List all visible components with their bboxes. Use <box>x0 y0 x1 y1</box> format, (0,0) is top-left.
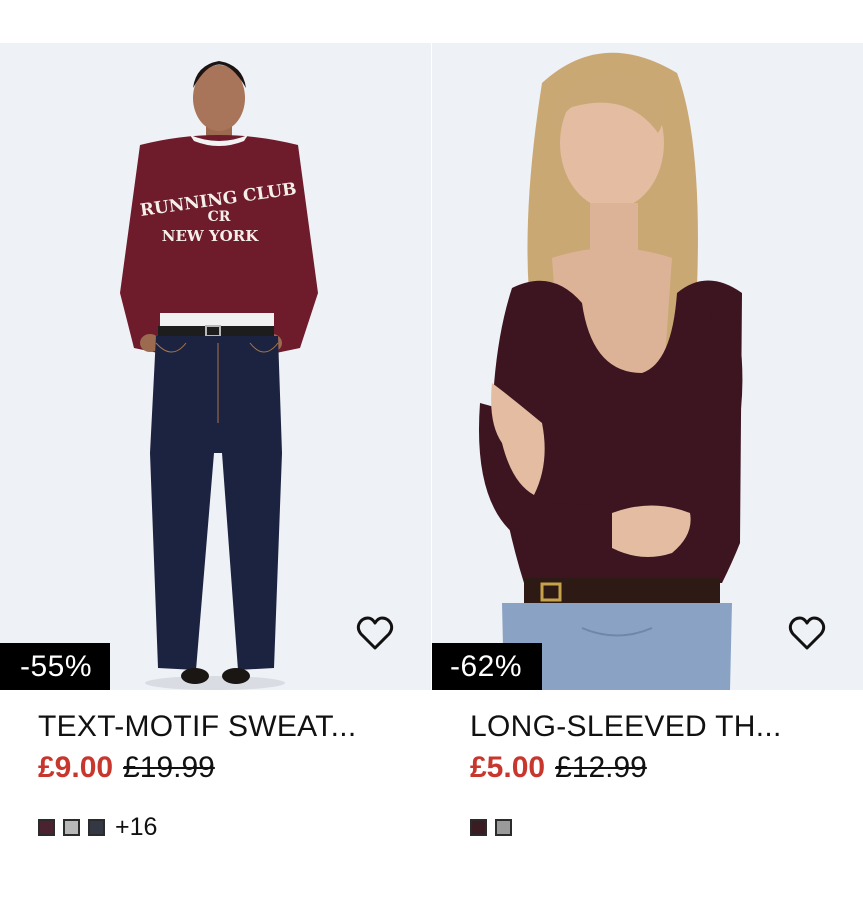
discount-badge: -62% <box>432 643 543 690</box>
wishlist-heart-icon[interactable] <box>356 615 394 651</box>
color-swatch[interactable] <box>88 818 105 836</box>
product-title[interactable]: TEXT-MOTIF SWEAT... <box>38 709 418 745</box>
wishlist-heart-icon[interactable] <box>788 615 826 651</box>
product-image[interactable]: RUNNING CLUB CR NEW YORK <box>0 43 431 690</box>
product-card[interactable]: RUNNING CLUB CR NEW YORK -55% TEXT-MOTIF… <box>0 43 431 900</box>
product-price: £5.00 £12.99 <box>470 750 647 786</box>
discount-badge: -55% <box>0 643 111 690</box>
color-swatch[interactable] <box>495 818 512 836</box>
sweatshirt-print-line2: NEW YORK <box>162 227 259 245</box>
color-swatch[interactable] <box>470 818 487 836</box>
original-price: £12.99 <box>555 751 647 784</box>
more-colors-count[interactable]: +16 <box>115 815 157 840</box>
color-swatch[interactable] <box>63 818 80 836</box>
sale-price: £5.00 <box>470 751 546 784</box>
sale-price: £9.00 <box>38 751 114 784</box>
product-image[interactable] <box>432 43 863 690</box>
color-swatches: +16 <box>38 815 157 840</box>
product-card[interactable]: -62% LONG-SLEEVED TH... £5.00 £12.99 <box>432 43 863 900</box>
product-grid: RUNNING CLUB CR NEW YORK -55% TEXT-MOTIF… <box>0 43 863 900</box>
product-price: £9.00 £19.99 <box>38 750 215 786</box>
product-title[interactable]: LONG-SLEEVED TH... <box>470 709 850 745</box>
original-price: £19.99 <box>123 751 215 784</box>
color-swatches <box>470 816 512 838</box>
sweatshirt-print-monogram: CR <box>208 209 231 225</box>
color-swatch[interactable] <box>38 818 55 836</box>
